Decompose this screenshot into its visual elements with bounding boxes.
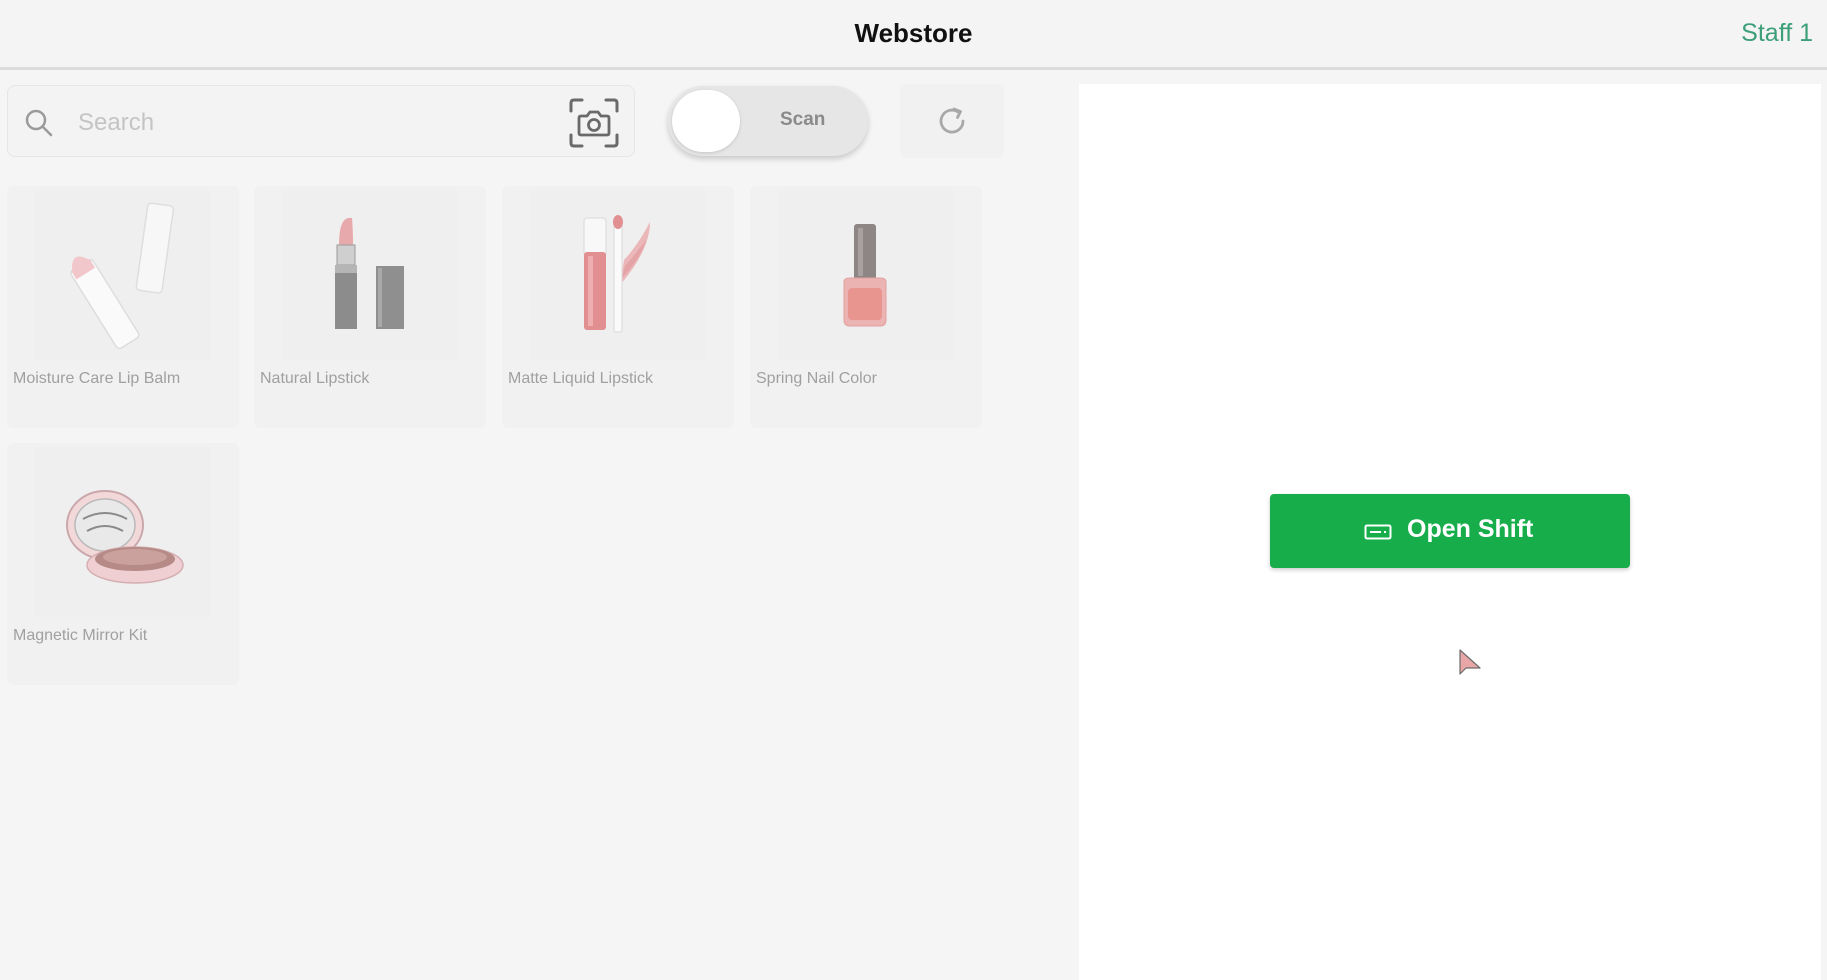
product-card-lip-balm[interactable]: Moisture Care Lip Balm: [7, 186, 239, 428]
product-name: Natural Lipstick: [260, 370, 370, 387]
product-card-spring-nail-color[interactable]: Spring Nail Color: [750, 186, 982, 428]
open-shift-button[interactable]: Open Shift: [1270, 494, 1630, 568]
product-image-spring-nail-color: [778, 190, 954, 360]
search-bar: [7, 85, 635, 157]
scan-toggle[interactable]: Scan: [668, 86, 868, 156]
product-card-natural-lipstick[interactable]: Natural Lipstick: [254, 186, 486, 428]
product-name: Spring Nail Color: [756, 370, 877, 387]
product-image-matte-liquid-lipstick: [530, 190, 706, 360]
refresh-button[interactable]: [900, 84, 1004, 158]
staff-menu[interactable]: Staff 1: [1741, 19, 1813, 48]
open-shift-label: Open Shift: [1407, 515, 1534, 543]
product-card-matte-liquid-lipstick[interactable]: Matte Liquid Lipstick: [502, 186, 734, 428]
camera-icon[interactable]: [568, 97, 620, 149]
search-icon: [25, 109, 53, 137]
product-name: Matte Liquid Lipstick: [508, 370, 653, 387]
shift-panel: Open Shift: [1079, 84, 1821, 980]
product-card-magnetic-mirror-kit[interactable]: Magnetic Mirror Kit: [7, 443, 239, 685]
product-image-lip-balm: [35, 190, 211, 360]
refresh-icon: [939, 107, 965, 134]
scan-label: Scan: [780, 109, 826, 130]
top-bar: Webstore Staff 1: [0, 0, 1827, 70]
page-title: Webstore: [854, 18, 973, 48]
product-image-natural-lipstick: [282, 190, 458, 360]
search-input[interactable]: [76, 100, 560, 146]
product-image-magnetic-mirror-kit: [35, 447, 211, 617]
product-name: Moisture Care Lip Balm: [13, 370, 181, 387]
toggle-knob[interactable]: [672, 90, 740, 152]
mouse-cursor-icon: [1459, 649, 1481, 675]
cash-drawer-icon: [1364, 524, 1392, 540]
product-name: Magnetic Mirror Kit: [13, 627, 148, 644]
